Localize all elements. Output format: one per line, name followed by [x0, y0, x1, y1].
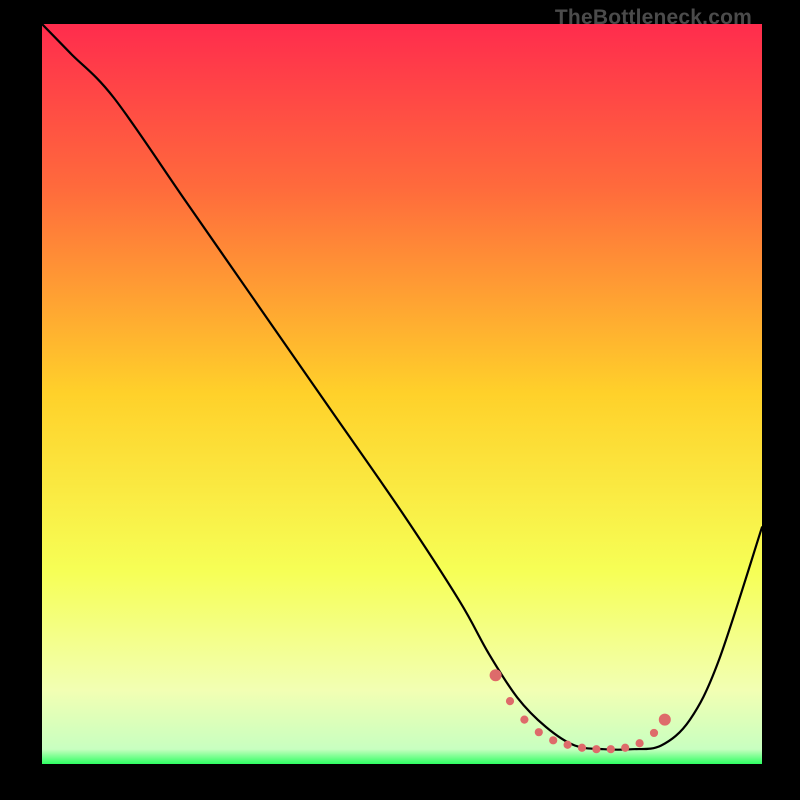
optimal-marker [490, 670, 501, 681]
optimal-marker [550, 737, 557, 744]
optimal-marker [535, 729, 542, 736]
optimal-marker [622, 744, 629, 751]
optimal-marker [659, 714, 670, 725]
optimal-marker [506, 698, 513, 705]
optimal-marker [564, 741, 571, 748]
gradient-background [42, 24, 762, 764]
optimal-marker [607, 746, 614, 753]
optimal-marker [521, 716, 528, 723]
chart-area [42, 24, 762, 764]
optimal-marker [650, 729, 657, 736]
optimal-marker [636, 740, 643, 747]
optimal-marker [593, 746, 600, 753]
optimal-marker [578, 744, 585, 751]
